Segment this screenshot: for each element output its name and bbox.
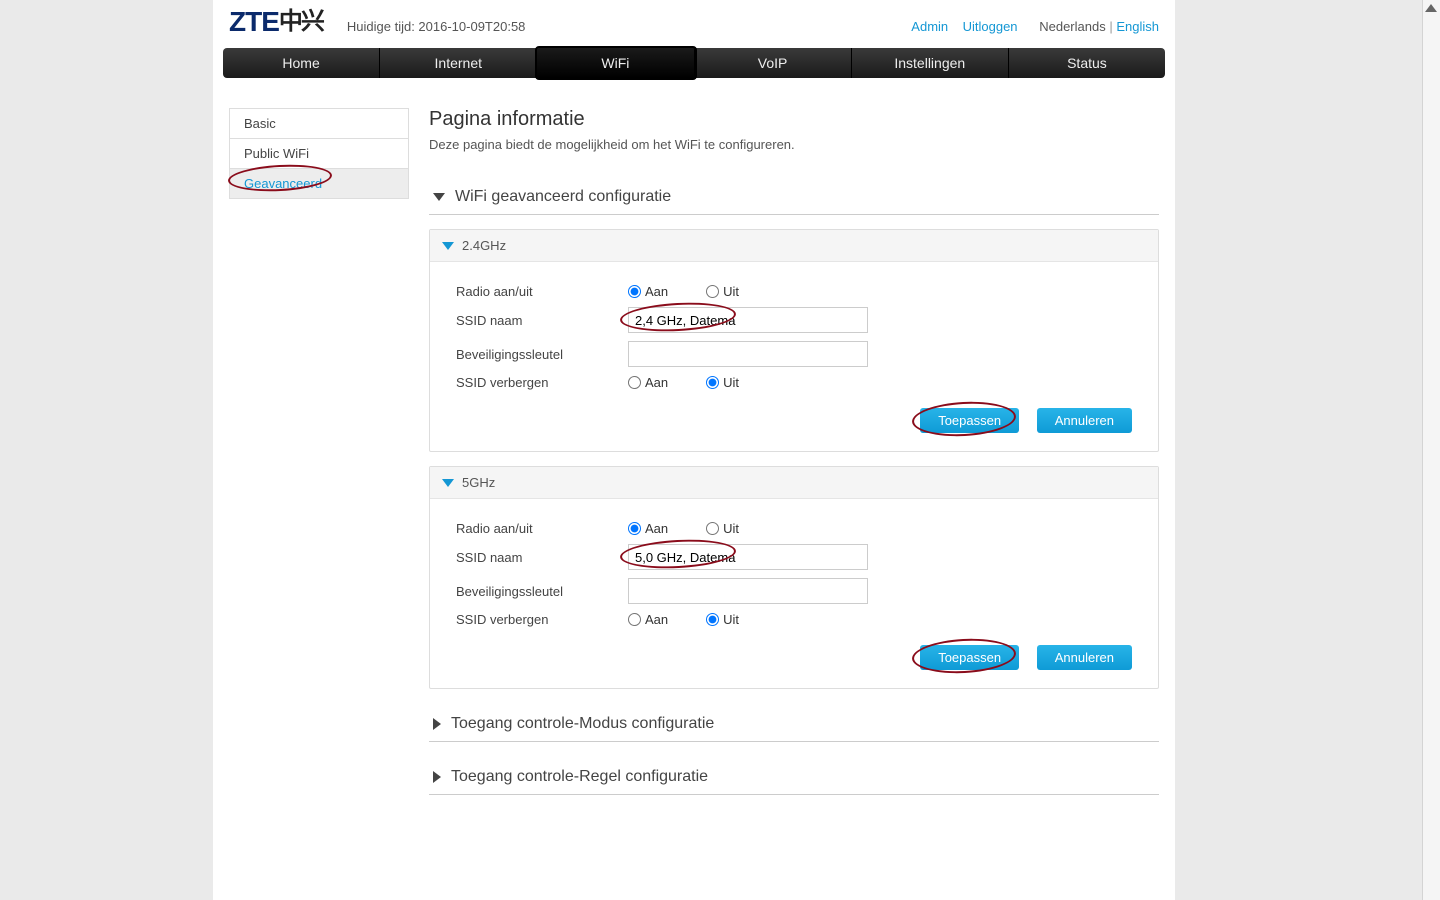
panel-24ghz-head[interactable]: 2.4GHz — [430, 230, 1158, 262]
key-5-input[interactable] — [628, 578, 868, 604]
label-sec-key: Beveiligingssleutel — [456, 347, 628, 362]
admin-link[interactable]: Admin — [911, 19, 948, 34]
section-title: WiFi geavanceerd configuratie — [455, 188, 671, 206]
nav-internet[interactable]: Internet — [380, 48, 537, 78]
logout-link[interactable]: Uitloggen — [963, 19, 1018, 34]
panel-24ghz: 2.4GHz Radio aan/uit Aan Uit SSID naam — [429, 229, 1159, 452]
ssid-24-input[interactable] — [628, 307, 868, 333]
scroll-up-icon — [1425, 4, 1437, 12]
radio-5-on[interactable] — [628, 522, 641, 535]
sidebar-item-basic[interactable]: Basic — [229, 108, 409, 138]
cancel-5-button[interactable]: Annuleren — [1037, 645, 1132, 670]
label-ssid-hide: SSID verbergen — [456, 375, 628, 390]
ssid-5-input[interactable] — [628, 544, 868, 570]
panel-title: 5GHz — [462, 475, 495, 490]
logo: ZTE中兴 — [229, 8, 323, 36]
section-access-rule[interactable]: Toegang controle-Regel configuratie — [429, 760, 1159, 795]
chevron-right-icon — [433, 718, 441, 730]
browser-scrollbar[interactable] — [1422, 0, 1440, 900]
label-ssid-name: SSID naam — [456, 550, 628, 565]
label-radio-onoff: Radio aan/uit — [456, 284, 628, 299]
hide-5-off-label[interactable]: Uit — [706, 612, 739, 627]
radio-24-off-label[interactable]: Uit — [706, 284, 739, 299]
hide-5-on[interactable] — [628, 613, 641, 626]
key-24-input[interactable] — [628, 341, 868, 367]
radio-5-off[interactable] — [706, 522, 719, 535]
sidebar-item-advanced[interactable]: Geavanceerd — [229, 168, 409, 199]
radio-5-on-label[interactable]: Aan — [628, 521, 668, 536]
label-sec-key: Beveiligingssleutel — [456, 584, 628, 599]
nav-voip[interactable]: VoIP — [695, 48, 852, 78]
timestamp: Huidige tijd: 2016-10-09T20:58 — [347, 19, 526, 36]
sidebar: Basic Public WiFi Geavanceerd — [229, 108, 409, 855]
section-title: Toegang controle-Regel configuratie — [451, 768, 708, 786]
panel-5ghz: 5GHz Radio aan/uit Aan Uit SSID naam — [429, 466, 1159, 689]
chevron-right-icon — [433, 771, 441, 783]
radio-24-on-label[interactable]: Aan — [628, 284, 668, 299]
hide-24-off[interactable] — [706, 376, 719, 389]
panel-title: 2.4GHz — [462, 238, 506, 253]
chevron-down-icon — [442, 242, 454, 250]
apply-5-button[interactable]: Toepassen — [920, 645, 1019, 670]
chevron-down-icon — [433, 193, 445, 201]
nav-status[interactable]: Status — [1009, 48, 1165, 78]
hide-24-on-label[interactable]: Aan — [628, 375, 668, 390]
nav-wifi[interactable]: WiFi — [537, 48, 694, 78]
lang-nl[interactable]: Nederlands — [1039, 19, 1106, 34]
sidebar-item-public-wifi[interactable]: Public WiFi — [229, 138, 409, 168]
lang-sep: | — [1109, 19, 1112, 34]
lang-en[interactable]: English — [1116, 19, 1159, 34]
hide-5-off[interactable] — [706, 613, 719, 626]
label-radio-onoff: Radio aan/uit — [456, 521, 628, 536]
page-desc: Deze pagina biedt de mogelijkheid om het… — [429, 137, 1159, 152]
hide-24-off-label[interactable]: Uit — [706, 375, 739, 390]
chevron-down-icon — [442, 479, 454, 487]
panel-5ghz-head[interactable]: 5GHz — [430, 467, 1158, 499]
label-ssid-hide: SSID verbergen — [456, 612, 628, 627]
label-ssid-name: SSID naam — [456, 313, 628, 328]
sidebar-item-label: Geavanceerd — [244, 176, 322, 191]
hide-24-on[interactable] — [628, 376, 641, 389]
nav-home[interactable]: Home — [223, 48, 380, 78]
section-wifi-advanced[interactable]: WiFi geavanceerd configuratie — [429, 180, 1159, 215]
nav-settings[interactable]: Instellingen — [852, 48, 1009, 78]
section-access-mode[interactable]: Toegang controle-Modus configuratie — [429, 707, 1159, 742]
apply-24-button[interactable]: Toepassen — [920, 408, 1019, 433]
main-nav: Home Internet WiFi VoIP Instellingen Sta… — [223, 48, 1165, 78]
page-title: Pagina informatie — [429, 108, 1159, 131]
cancel-24-button[interactable]: Annuleren — [1037, 408, 1132, 433]
radio-24-off[interactable] — [706, 285, 719, 298]
section-title: Toegang controle-Modus configuratie — [451, 715, 714, 733]
radio-5-off-label[interactable]: Uit — [706, 521, 739, 536]
radio-24-on[interactable] — [628, 285, 641, 298]
hide-5-on-label[interactable]: Aan — [628, 612, 668, 627]
